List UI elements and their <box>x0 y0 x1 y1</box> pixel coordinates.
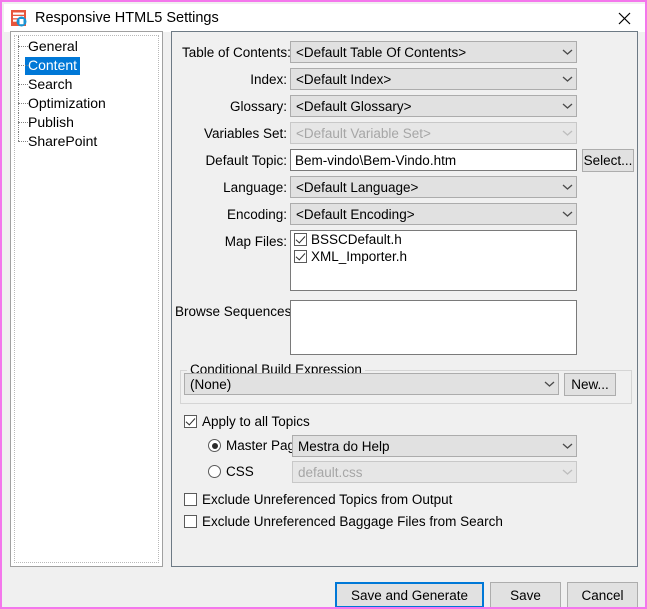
encoding-label: Encoding: <box>226 207 287 222</box>
checkbox-glyph <box>184 415 197 428</box>
chevron-down-icon <box>558 102 576 110</box>
master-page-combobox[interactable]: Mestra do Help <box>292 435 577 457</box>
map-file-checkbox[interactable] <box>294 233 307 246</box>
encoding-combobox[interactable]: <Default Encoding> <box>290 203 577 225</box>
default-topic-value: Bem-vindo\Bem-Vindo.htm <box>295 152 457 168</box>
glossary-value: <Default Glossary> <box>296 98 412 114</box>
sidebar-item-sharepoint[interactable]: SharePoint <box>11 131 162 151</box>
radio-glyph <box>208 439 221 452</box>
sidebar-item-search[interactable]: Search <box>11 74 162 94</box>
tree-list: General Content Search Optimization Publ… <box>11 36 162 151</box>
tree-vline <box>18 131 19 141</box>
chevron-down-icon <box>558 210 576 218</box>
list-item[interactable]: BSSCDefault.h <box>291 231 576 248</box>
exclude-unreferenced-baggage-label: Exclude Unreferenced Baggage Files from … <box>202 514 503 529</box>
browse-sequences-listbox[interactable] <box>290 300 577 355</box>
tree-connector <box>18 122 28 123</box>
css-value: default.css <box>298 464 363 480</box>
sidebar-item-optimization[interactable]: Optimization <box>11 93 162 113</box>
map-file-label: BSSCDefault.h <box>311 232 402 247</box>
cancel-button[interactable]: Cancel <box>567 582 638 607</box>
tree-connector <box>18 46 28 47</box>
sidebar-item-label: Search <box>28 75 73 92</box>
select-button[interactable]: Select... <box>582 149 634 172</box>
exclude-unreferenced-baggage-checkbox[interactable]: Exclude Unreferenced Baggage Files from … <box>184 514 503 529</box>
title-bar: Responsive HTML5 Settings <box>4 4 645 32</box>
tree-connector <box>18 65 28 66</box>
variables-set-combobox: <Default Variable Set> <box>290 122 577 144</box>
encoding-value: <Default Encoding> <box>296 206 415 222</box>
sidebar-item-label: SharePoint <box>28 132 98 149</box>
conditional-build-value: (None) <box>190 376 232 392</box>
content-settings-panel: Table of Contents: <Default Table Of Con… <box>171 31 638 567</box>
sidebar-item-label: Optimization <box>28 94 106 111</box>
list-item[interactable]: XML_Importer.h <box>291 248 576 265</box>
checkbox-glyph <box>184 493 197 506</box>
apply-to-all-topics-checkbox[interactable]: Apply to all Topics <box>184 414 310 429</box>
sidebar-item-general[interactable]: General <box>11 36 162 56</box>
sidebar-item-label: Publish <box>28 113 74 130</box>
css-combobox: default.css <box>292 461 577 483</box>
chevron-down-icon <box>558 129 576 137</box>
settings-category-tree[interactable]: General Content Search Optimization Publ… <box>10 31 163 567</box>
map-files-label: Map Files: <box>224 234 287 249</box>
chevron-down-icon <box>558 183 576 191</box>
tree-connector <box>18 141 28 142</box>
index-label: Index: <box>250 72 287 87</box>
master-page-radio[interactable]: Master Page <box>208 438 303 453</box>
index-combobox[interactable]: <Default Index> <box>290 68 577 90</box>
sidebar-item-publish[interactable]: Publish <box>11 112 162 132</box>
glossary-combobox[interactable]: <Default Glossary> <box>290 95 577 117</box>
index-value: <Default Index> <box>296 71 392 87</box>
window-title: Responsive HTML5 Settings <box>35 10 219 26</box>
chevron-down-icon <box>558 468 576 476</box>
settings-dialog-window: Responsive HTML5 Settings General Conten… <box>0 0 647 609</box>
variables-set-value: <Default Variable Set> <box>296 125 431 141</box>
close-icon[interactable] <box>602 4 645 32</box>
exclude-unreferenced-topics-checkbox[interactable]: Exclude Unreferenced Topics from Output <box>184 492 452 507</box>
tree-connector <box>18 103 28 104</box>
glossary-label: Glossary: <box>229 99 287 114</box>
map-files-listbox[interactable]: BSSCDefault.h XML_Importer.h <box>290 230 577 291</box>
css-radio[interactable]: CSS <box>208 464 254 479</box>
sidebar-item-label: General <box>28 37 78 54</box>
apply-to-all-topics-label: Apply to all Topics <box>202 414 310 429</box>
new-condition-button[interactable]: New... <box>564 373 616 396</box>
css-label: CSS <box>226 464 254 479</box>
language-label: Language: <box>223 180 287 195</box>
exclude-unreferenced-topics-label: Exclude Unreferenced Topics from Output <box>202 492 453 507</box>
master-page-value: Mestra do Help <box>298 438 390 454</box>
radio-glyph <box>208 465 221 478</box>
toc-combobox[interactable]: <Default Table Of Contents> <box>290 41 577 63</box>
default-topic-input[interactable]: Bem-vindo\Bem-Vindo.htm <box>290 149 577 171</box>
default-topic-label: Default Topic: <box>205 153 287 168</box>
chevron-down-icon <box>558 442 576 450</box>
variables-set-label: Variables Set: <box>203 126 287 141</box>
save-and-generate-button[interactable]: Save and Generate <box>335 582 484 607</box>
toc-label: Table of Contents: <box>182 45 291 60</box>
language-combobox[interactable]: <Default Language> <box>290 176 577 198</box>
save-button[interactable]: Save <box>490 582 561 607</box>
map-file-label: XML_Importer.h <box>311 249 408 264</box>
chevron-down-icon <box>540 380 558 388</box>
tree-connector <box>18 84 28 85</box>
conditional-build-combobox[interactable]: (None) <box>184 373 559 395</box>
map-file-checkbox[interactable] <box>294 250 307 263</box>
checkbox-glyph <box>184 515 197 528</box>
sidebar-item-label: Content <box>25 56 81 75</box>
responsive-html5-icon <box>9 8 29 28</box>
chevron-down-icon <box>558 75 576 83</box>
sidebar-item-content[interactable]: Content <box>11 55 162 75</box>
browse-sequences-label: Browse Sequences: <box>175 304 296 319</box>
toc-value: <Default Table Of Contents> <box>296 44 467 60</box>
chevron-down-icon <box>558 48 576 56</box>
language-value: <Default Language> <box>296 179 419 195</box>
